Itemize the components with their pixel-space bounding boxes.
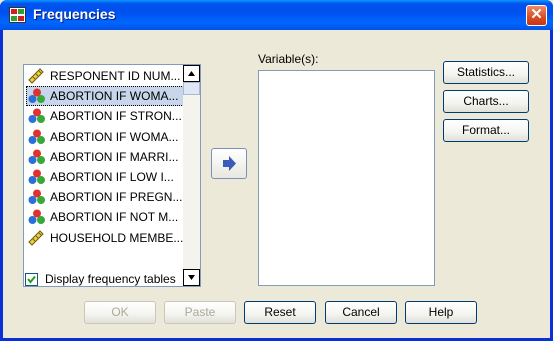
nominal-variable-icon (28, 189, 45, 205)
variable-label: ABORTION IF MARRI... (50, 149, 179, 164)
arrow-right-icon (223, 156, 236, 171)
window-title: Frequencies (33, 6, 116, 22)
scroll-thumb[interactable] (183, 82, 200, 95)
variable-label: ABORTION IF NOT M... (50, 210, 179, 225)
help-button[interactable]: Help (405, 301, 477, 324)
variables-label: Variable(s): (258, 52, 319, 66)
scroll-down-button[interactable] (183, 269, 200, 286)
cancel-button[interactable]: Cancel (325, 301, 397, 324)
source-variable-list[interactable]: RESPONENT ID NUM... ABORTION IF WOMA... AB… (23, 64, 201, 287)
ok-button[interactable]: OK (84, 301, 156, 324)
format-button[interactable]: Format... (443, 119, 529, 142)
nominal-variable-icon (28, 169, 45, 184)
close-icon: ✕ (530, 6, 543, 23)
variable-list-item[interactable]: HOUSEHOLD MEMBE... (26, 228, 184, 248)
variable-list-item[interactable]: ABORTION IF LOW I... (26, 167, 184, 187)
nominal-variable-icon (28, 129, 45, 144)
variable-label: ABORTION IF WOMA... (50, 129, 179, 144)
variable-list-item[interactable]: ABORTION IF STRON... (26, 106, 184, 126)
list-scrollbar[interactable] (183, 65, 200, 286)
selected-variables-list[interactable] (258, 70, 435, 286)
variable-label: RESPONENT ID NUM... (50, 69, 181, 83)
checkmark-icon (27, 275, 36, 284)
close-button[interactable]: ✕ (526, 5, 547, 26)
display-frequency-tables-checkbox[interactable] (25, 273, 38, 286)
nominal-variable-icon (28, 209, 45, 225)
statistics-button[interactable]: Statistics... (443, 61, 529, 84)
nominal-variable-icon (28, 149, 45, 164)
charts-button[interactable]: Charts... (443, 90, 529, 113)
ruler-icon (28, 68, 44, 84)
variable-label: ABORTION IF STRON... (50, 109, 182, 124)
variable-list-item[interactable]: ABORTION IF WOMA... (26, 86, 184, 107)
nominal-variable-icon (28, 108, 45, 124)
display-frequency-tables-label: Display frequency tables (45, 272, 176, 286)
variable-label: HOUSEHOLD MEMBE... (50, 230, 184, 245)
variable-label: ABORTION IF WOMA... (50, 89, 179, 104)
variable-items: RESPONENT ID NUM... ABORTION IF WOMA... AB… (26, 66, 184, 248)
variable-list-item[interactable]: ABORTION IF NOT M... (26, 207, 184, 227)
move-variable-button[interactable] (211, 148, 247, 179)
variable-label: ABORTION IF LOW I... (50, 169, 174, 184)
title-bar[interactable]: Frequencies ✕ (0, 0, 553, 30)
variable-list-item[interactable]: ABORTION IF WOMA... (26, 127, 184, 147)
variable-label: ABORTION IF PREGN... (50, 190, 183, 205)
variable-list-item[interactable]: ABORTION IF MARRI... (26, 147, 184, 167)
arrow-down-icon (188, 275, 195, 280)
arrow-up-icon (188, 71, 195, 76)
ruler-icon (28, 229, 44, 246)
scroll-up-button[interactable] (183, 65, 200, 82)
variable-list-item[interactable]: RESPONENT ID NUM... (26, 66, 184, 86)
nominal-variable-icon (28, 88, 45, 104)
paste-button[interactable]: Paste (164, 301, 236, 324)
frequencies-dialog: Frequencies ✕ RESPONENT ID NUM... ABORTIO… (0, 0, 553, 341)
frequencies-app-icon (9, 7, 26, 23)
dialog-body: RESPONENT ID NUM... ABORTION IF WOMA... AB… (3, 30, 550, 338)
reset-button[interactable]: Reset (244, 301, 316, 324)
variable-list-item[interactable]: ABORTION IF PREGN... (26, 187, 184, 207)
